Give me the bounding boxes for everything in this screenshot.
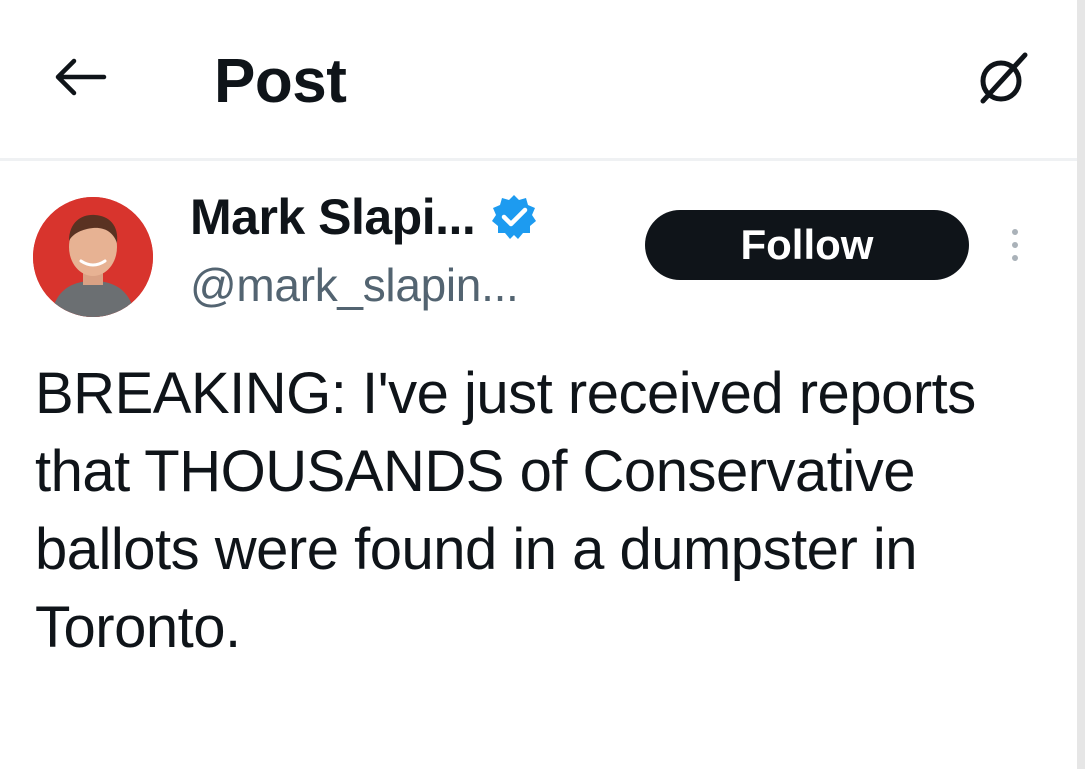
back-button[interactable] [50, 52, 110, 102]
header-divider [0, 158, 1077, 161]
profile-photo [33, 197, 153, 317]
post-screen: Post Mark Slapi... @mark_slapin... Follo… [0, 0, 1085, 769]
follow-button[interactable]: Follow [645, 210, 969, 280]
arrow-left-icon [55, 58, 107, 96]
grok-icon [980, 52, 1028, 104]
author-name-row: Mark Slapi... [190, 185, 539, 249]
page-title: Post [214, 47, 347, 116]
avatar[interactable] [33, 197, 153, 317]
post-body-text: BREAKING: I've just received reports tha… [35, 361, 976, 660]
verified-badge-icon [489, 192, 539, 242]
more-vertical-icon[interactable] [1000, 220, 1030, 270]
grok-button[interactable] [968, 42, 1038, 112]
author-handle[interactable]: @mark_slapin... [190, 258, 519, 312]
author-name[interactable]: Mark Slapi... [190, 188, 476, 246]
more-dot [1012, 242, 1018, 248]
screen-edge [1077, 0, 1085, 769]
more-dot [1012, 255, 1018, 261]
top-bar: Post [0, 0, 1077, 160]
more-dot [1012, 229, 1018, 235]
